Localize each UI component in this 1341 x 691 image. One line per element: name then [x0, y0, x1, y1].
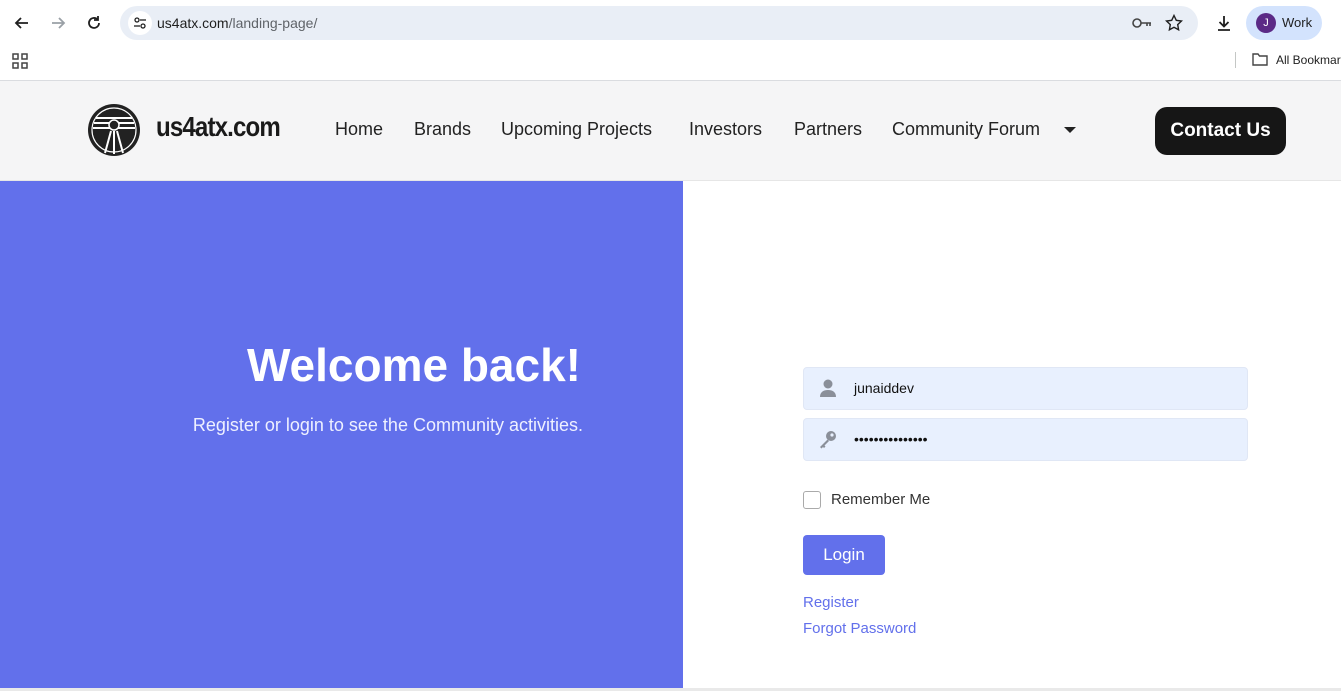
- login-button[interactable]: Login: [803, 535, 885, 575]
- nav-brands[interactable]: Brands: [414, 119, 471, 140]
- address-bar[interactable]: us4atx.com/landing-page/: [120, 6, 1198, 40]
- welcome-title: Welcome back!: [246, 339, 581, 391]
- username-value: junaiddev: [854, 380, 914, 396]
- contact-us-button[interactable]: Contact Us: [1155, 107, 1286, 155]
- remember-me-label[interactable]: Remember Me: [831, 491, 930, 508]
- all-bookmarks-link[interactable]: All Bookmar: [1276, 53, 1341, 67]
- url-text[interactable]: us4atx.com/landing-page/: [157, 15, 317, 31]
- register-link[interactable]: Register: [803, 594, 859, 611]
- browser-toolbar: us4atx.com/landing-page/ J Work: [0, 0, 1341, 46]
- bookmarks-bar: All Bookmar: [0, 46, 1341, 81]
- nav-partners[interactable]: Partners: [794, 119, 862, 140]
- url-host: us4atx.com: [157, 15, 229, 31]
- forgot-password-link[interactable]: Forgot Password: [803, 620, 916, 637]
- back-arrow-icon: [14, 17, 28, 29]
- url-path: /landing-page/: [228, 15, 318, 31]
- site-header: us4atx.com Home Brands Upcoming Projects…: [0, 81, 1341, 181]
- download-icon[interactable]: [1212, 11, 1236, 35]
- user-icon: [820, 379, 836, 397]
- folder-icon: [1252, 53, 1268, 66]
- reload-button[interactable]: [80, 9, 108, 37]
- chevron-down-icon[interactable]: [1064, 127, 1076, 133]
- bookmark-star-icon[interactable]: [1164, 13, 1184, 33]
- reload-icon: [88, 16, 100, 29]
- username-field[interactable]: junaiddev: [803, 367, 1248, 410]
- forward-button[interactable]: [44, 9, 72, 37]
- profile-button[interactable]: J Work: [1246, 6, 1322, 40]
- nav-home[interactable]: Home: [335, 119, 383, 140]
- apps-grid-icon[interactable]: [12, 53, 28, 69]
- site-info-icon[interactable]: [128, 11, 152, 35]
- password-key-icon[interactable]: [1132, 13, 1152, 33]
- password-value: •••••••••••••••: [854, 431, 928, 447]
- profile-avatar: J: [1256, 13, 1276, 33]
- logo-icon[interactable]: [87, 103, 141, 157]
- nav-investors[interactable]: Investors: [689, 119, 762, 140]
- back-button[interactable]: [8, 9, 36, 37]
- key-icon: [820, 431, 836, 449]
- password-field[interactable]: •••••••••••••••: [803, 418, 1248, 461]
- forward-arrow-icon: [52, 17, 66, 29]
- welcome-subtitle: Register or login to see the Community a…: [192, 415, 583, 435]
- nav-upcoming-projects[interactable]: Upcoming Projects: [501, 119, 652, 140]
- logo-text[interactable]: us4atx.com: [156, 111, 281, 143]
- remember-me-checkbox[interactable]: [803, 491, 821, 509]
- bookmarks-separator: [1235, 52, 1236, 68]
- nav-community-forum[interactable]: Community Forum: [892, 119, 1040, 140]
- profile-label: Work: [1282, 15, 1313, 30]
- welcome-panel: Welcome back! Register or login to see t…: [0, 181, 683, 688]
